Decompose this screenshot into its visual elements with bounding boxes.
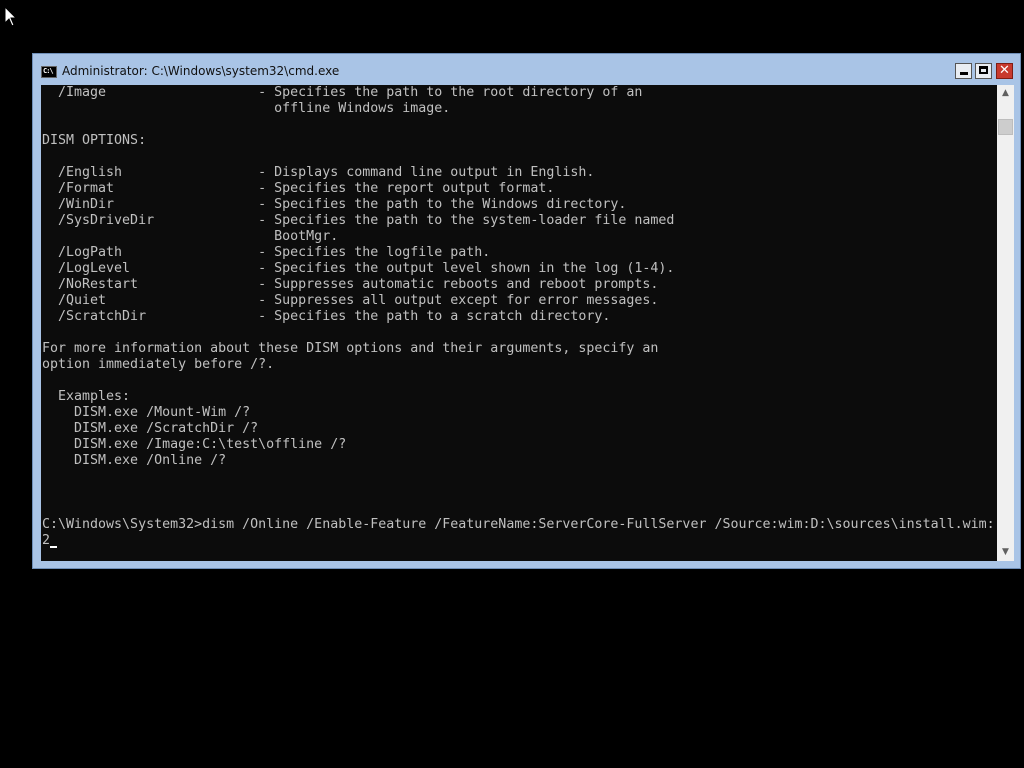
mouse-pointer-icon: [4, 6, 18, 27]
console-line: /Format - Specifies the report output fo…: [42, 181, 555, 196]
scroll-thumb[interactable]: [998, 119, 1013, 135]
console-line: option immediately before /?.: [42, 357, 275, 372]
minimize-button[interactable]: [955, 63, 972, 79]
console-line: BootMgr.: [42, 229, 339, 244]
console-line: /LogPath - Specifies the logfile path.: [42, 245, 491, 260]
console-line: For more information about these DISM op…: [42, 341, 659, 356]
scroll-down-button[interactable]: ▼: [997, 544, 1014, 561]
cmd-app-icon[interactable]: C:\: [41, 66, 57, 78]
console-line: 2: [42, 533, 51, 548]
console-line: /NoRestart - Suppresses automatic reboot…: [42, 277, 659, 292]
text-cursor: [50, 546, 57, 548]
scroll-up-button[interactable]: ▲: [997, 85, 1014, 102]
console-line: offline Windows image.: [42, 101, 451, 116]
window-title: Administrator: C:\Windows\system32\cmd.e…: [62, 64, 340, 78]
console-line: /WinDir - Specifies the path to the Wind…: [42, 197, 627, 212]
vertical-scrollbar[interactable]: ▲ ▼: [997, 85, 1014, 561]
console-line: DISM.exe /Image:C:\test\offline /?: [42, 437, 347, 452]
close-icon: ✕: [999, 63, 1010, 78]
console-line: /Quiet - Suppresses all output except fo…: [42, 293, 659, 308]
title-bar[interactable]: C:\ Administrator: C:\Windows\system32\c…: [33, 54, 1020, 86]
maximize-icon: [979, 66, 988, 74]
minimize-icon: [960, 72, 968, 75]
close-button[interactable]: ✕: [996, 63, 1013, 79]
console-line: /LogLevel - Specifies the output level s…: [42, 261, 675, 276]
cmd-window[interactable]: C:\ Administrator: C:\Windows\system32\c…: [32, 53, 1021, 569]
console-line: C:\Windows\System32>dism /Online /Enable…: [42, 517, 995, 532]
console-line: /Image - Specifies the path to the root …: [42, 85, 643, 100]
console-line: DISM.exe /Online /?: [42, 453, 227, 468]
console-line: DISM.exe /ScratchDir /?: [42, 421, 259, 436]
console-line: DISM.exe /Mount-Wim /?: [42, 405, 251, 420]
console-line: /English - Displays command line output …: [42, 165, 595, 180]
console-text: /Image - Specifies the path to the root …: [41, 85, 997, 549]
console-line: DISM OPTIONS:: [42, 133, 147, 148]
console-output[interactable]: /Image - Specifies the path to the root …: [41, 85, 997, 561]
console-line: Examples:: [42, 389, 131, 404]
cmd-app-icon-label: C:\: [43, 67, 54, 75]
console-line: /ScratchDir - Specifies the path to a sc…: [42, 309, 611, 324]
console-line: /SysDriveDir - Specifies the path to the…: [42, 213, 675, 228]
maximize-button[interactable]: [975, 63, 992, 79]
